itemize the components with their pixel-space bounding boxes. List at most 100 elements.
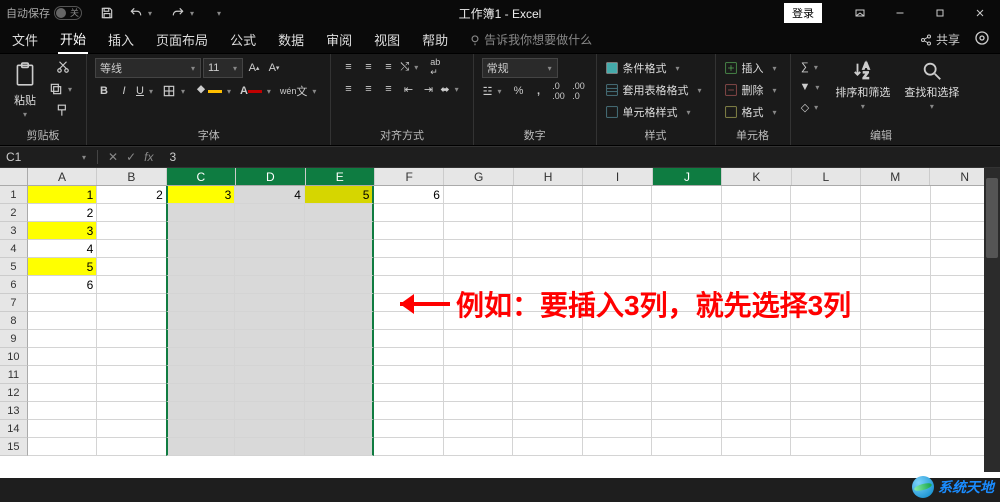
formula-input[interactable]: 3 — [163, 150, 1000, 164]
cell-G14[interactable] — [444, 420, 514, 438]
col-header-D[interactable]: D — [236, 168, 305, 185]
cell-C4[interactable] — [166, 240, 236, 258]
col-header-F[interactable]: F — [375, 168, 444, 185]
cell-F15[interactable] — [374, 438, 444, 456]
cell-F7[interactable] — [374, 294, 444, 312]
cell-I1[interactable] — [583, 186, 653, 204]
row-header-5[interactable]: 5 — [0, 258, 28, 276]
col-header-B[interactable]: B — [97, 168, 166, 185]
comments-icon[interactable] — [974, 30, 990, 49]
cell-C3[interactable] — [166, 222, 236, 240]
cell-M6[interactable] — [861, 276, 931, 294]
cell-H7[interactable] — [513, 294, 583, 312]
cell-L4[interactable] — [791, 240, 861, 258]
cell-E7[interactable] — [305, 294, 375, 312]
row-header-10[interactable]: 10 — [0, 348, 28, 366]
cell-J7[interactable] — [652, 294, 722, 312]
underline-icon[interactable]: U▾ — [135, 82, 159, 100]
cell-H8[interactable] — [513, 312, 583, 330]
cell-I14[interactable] — [583, 420, 653, 438]
cell-M8[interactable] — [861, 312, 931, 330]
cell-H1[interactable] — [513, 186, 583, 204]
cell-F1[interactable]: 6 — [374, 186, 444, 204]
cell-E14[interactable] — [305, 420, 375, 438]
cell-K12[interactable] — [722, 384, 792, 402]
paste-button[interactable]: 粘贴 ▾ — [8, 58, 42, 121]
cell-J6[interactable] — [652, 276, 722, 294]
autosum-icon[interactable]: ∑▾ — [799, 58, 826, 76]
percent-icon[interactable]: % — [510, 82, 528, 100]
cell-G15[interactable] — [444, 438, 514, 456]
tab-home[interactable]: 开始 — [58, 25, 88, 54]
login-button[interactable]: 登录 — [784, 3, 822, 23]
number-format-combo[interactable]: ▾ — [482, 58, 558, 78]
cell-J5[interactable] — [652, 258, 722, 276]
cell-K6[interactable] — [722, 276, 792, 294]
cell-K14[interactable] — [722, 420, 792, 438]
border-icon[interactable]: ▾ — [161, 82, 191, 100]
cell-I9[interactable] — [583, 330, 653, 348]
name-box[interactable]: C1▾ — [0, 150, 98, 164]
col-header-L[interactable]: L — [792, 168, 861, 185]
spreadsheet[interactable]: ABCDEFGHIJKLMN 1123456223344556678910111… — [0, 168, 1000, 478]
cell-I4[interactable] — [583, 240, 653, 258]
cell-E15[interactable] — [305, 438, 375, 456]
table-style-button[interactable]: 套用表格格式▾ — [605, 80, 707, 100]
cell-L9[interactable] — [791, 330, 861, 348]
cell-C13[interactable] — [166, 402, 236, 420]
cell-I11[interactable] — [583, 366, 653, 384]
cell-B2[interactable] — [97, 204, 167, 222]
cell-A8[interactable] — [28, 312, 98, 330]
cell-H15[interactable] — [513, 438, 583, 456]
indent-decrease-icon[interactable]: ⇤ — [399, 80, 417, 98]
cell-F3[interactable] — [374, 222, 444, 240]
col-header-C[interactable]: C — [167, 168, 236, 185]
cell-K11[interactable] — [722, 366, 792, 384]
cell-B8[interactable] — [97, 312, 167, 330]
row-header-8[interactable]: 8 — [0, 312, 28, 330]
confirm-edit-icon[interactable]: ✓ — [126, 150, 136, 164]
cell-M15[interactable] — [861, 438, 931, 456]
cell-D6[interactable] — [235, 276, 305, 294]
cell-F12[interactable] — [374, 384, 444, 402]
cell-G9[interactable] — [444, 330, 514, 348]
cell-H10[interactable] — [513, 348, 583, 366]
delete-cells-button[interactable]: 删除▾ — [724, 80, 782, 100]
cell-L5[interactable] — [791, 258, 861, 276]
cell-F2[interactable] — [374, 204, 444, 222]
cell-I3[interactable] — [583, 222, 653, 240]
row-header-9[interactable]: 9 — [0, 330, 28, 348]
cell-C5[interactable] — [166, 258, 236, 276]
cell-L11[interactable] — [791, 366, 861, 384]
cell-I2[interactable] — [583, 204, 653, 222]
cell-A4[interactable]: 4 — [28, 240, 98, 258]
cell-J14[interactable] — [652, 420, 722, 438]
cell-K3[interactable] — [722, 222, 792, 240]
cell-M11[interactable] — [861, 366, 931, 384]
ribbon-options-icon[interactable] — [840, 0, 880, 26]
cell-F11[interactable] — [374, 366, 444, 384]
col-header-M[interactable]: M — [861, 168, 930, 185]
cell-D8[interactable] — [235, 312, 305, 330]
align-bottom-icon[interactable]: ≡ — [379, 58, 397, 76]
align-left-icon[interactable]: ≡ — [339, 80, 357, 98]
undo-icon[interactable]: ▾ — [128, 4, 158, 22]
cell-I15[interactable] — [583, 438, 653, 456]
col-header-H[interactable]: H — [514, 168, 583, 185]
cell-M10[interactable] — [861, 348, 931, 366]
cell-G10[interactable] — [444, 348, 514, 366]
close-icon[interactable] — [960, 0, 1000, 26]
tab-insert[interactable]: 插入 — [106, 26, 136, 53]
cell-K15[interactable] — [722, 438, 792, 456]
cell-L8[interactable] — [791, 312, 861, 330]
cell-K9[interactable] — [722, 330, 792, 348]
cell-K2[interactable] — [722, 204, 792, 222]
cell-H13[interactable] — [513, 402, 583, 420]
col-header-G[interactable]: G — [444, 168, 513, 185]
cell-C7[interactable] — [166, 294, 236, 312]
cell-D2[interactable] — [235, 204, 305, 222]
row-header-4[interactable]: 4 — [0, 240, 28, 258]
cell-L2[interactable] — [791, 204, 861, 222]
cell-J3[interactable] — [652, 222, 722, 240]
cell-G3[interactable] — [444, 222, 514, 240]
